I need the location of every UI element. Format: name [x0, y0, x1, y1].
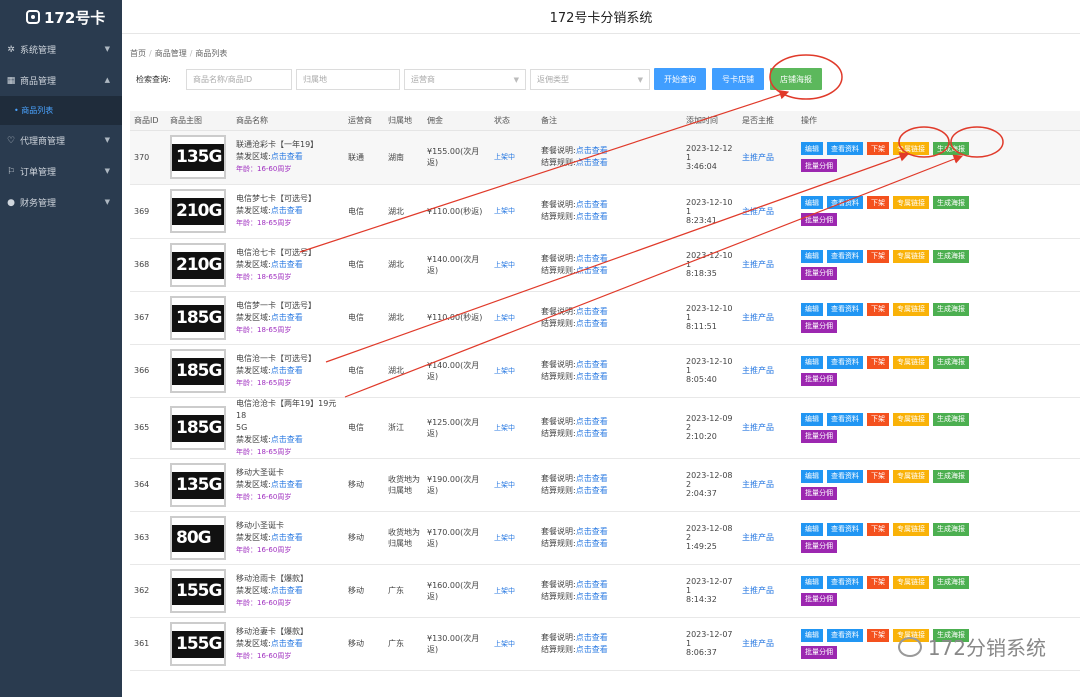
annotation-circle — [950, 126, 1004, 158]
watermark: 172分销系统 — [897, 632, 1046, 661]
annotation-circle — [898, 126, 950, 158]
annotation-arrow — [344, 154, 964, 398]
annotation-overlay — [299, 54, 1004, 398]
annotation-arrow — [325, 152, 910, 363]
annotation-circle — [769, 54, 843, 100]
annotation-arrow — [299, 90, 790, 253]
watermark-text: 172分销系统 — [927, 636, 1046, 660]
wechat-icon — [897, 636, 922, 657]
